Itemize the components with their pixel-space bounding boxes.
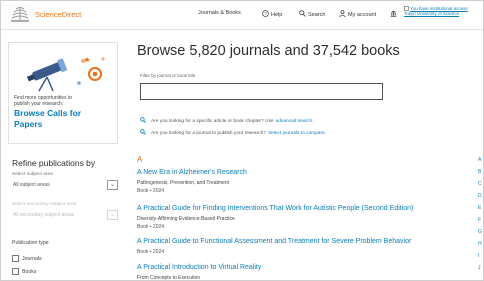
book-meta: Book • 2024 [137,249,165,255]
promo-link-line2: Papers [14,119,43,129]
site-header: ScienceDirect Journals & Books ? Help Se… [0,0,484,30]
advanced-search-link[interactable]: advanced search. [276,119,314,124]
subject-area-label: Select subject area [12,172,53,177]
promo-text-line2: publish your research: [14,101,64,108]
book-meta: Book • 2024 [137,224,165,230]
title-filter-input[interactable] [140,83,383,100]
book-subtitle: From Concepts to Execution [137,275,201,281]
help-compare-journals-text: Are you looking for a journal to publish… [151,130,266,136]
books-checkbox-label: Books [22,268,37,275]
svg-text:?: ? [264,11,267,16]
az-link-a[interactable]: A [478,157,481,163]
nav-search-label: Search [308,11,326,18]
promo-text-line1: Find more opportunities to [14,95,73,101]
book-title-link[interactable]: A Practical Guide to Functional Assessme… [137,238,411,245]
az-link-c[interactable]: C [478,181,482,187]
telescope-illustration-icon [17,53,107,93]
books-checkbox[interactable]: Books [12,268,36,275]
chevron-down-icon: ⌄ [107,210,118,220]
broken-image-icon [404,6,409,11]
az-link-h[interactable]: H [478,241,482,247]
chevron-down-icon: ⌄ [107,180,118,190]
book-title-link[interactable]: A Practical Guide for Finding Interventi… [137,205,413,212]
az-link-f[interactable]: F [478,217,481,223]
browse-calls-for-papers-link[interactable]: Browse Calls for Papers [14,108,81,130]
page-title: Browse 5,820 journals and 37,542 books [137,43,400,59]
compare-journals-link[interactable]: Select journals to compare. [268,131,326,136]
publication-type-label: Publication type [12,240,49,246]
promo-link-line1: Browse Calls for [14,108,82,118]
institution-icon [390,10,397,19]
promo-text: Find more opportunities to publish your … [14,95,72,107]
book-subtitle: Pathogenesis, Prevention, and Treatment [137,180,230,186]
checkbox-box [12,255,19,262]
az-link-j[interactable]: J [478,265,481,271]
elsevier-logo-icon[interactable] [8,5,32,24]
brand-link[interactable]: ScienceDirect [35,10,81,19]
person-icon [339,10,346,19]
institutional-access-text: You have institutional access [410,6,468,11]
institution-button[interactable] [390,10,397,19]
search-icon [299,10,306,19]
secondary-subject-select[interactable]: All secondary subject areas ⌄ [12,210,118,220]
help-circle-icon: ? [262,10,269,19]
refine-title: Refine publications by [12,158,96,168]
institutional-access-link[interactable]: You have institutional access Tokyo Univ… [404,6,484,17]
book-title-link[interactable]: A Practical Introduction to Virtual Real… [137,264,261,271]
checkbox-box [12,268,19,275]
az-link-g[interactable]: G [478,229,482,235]
az-link-e[interactable]: E [478,205,481,211]
secondary-subject-label: Select secondary subject area [12,202,77,207]
book-title-link[interactable]: A New Era in Alzheimer's Research [137,169,247,176]
search-icon [140,117,146,125]
filter-label: Filter by journal or book title [140,73,196,78]
secondary-subject-value: All secondary subject areas [13,212,75,218]
az-link-d[interactable]: D [478,193,482,199]
nav-my-account[interactable]: My account [339,10,376,19]
nav-journals-books[interactable]: Journals & Books [198,10,241,16]
nav-help-label: Help [271,11,283,18]
help-advanced-search-text: Are you looking for a specific article o… [151,118,274,124]
letter-heading: A [137,155,143,164]
help-advanced-search: Are you looking for a specific article o… [140,117,314,125]
nav-journals-books-label: Journals & Books [198,10,241,16]
nav-search[interactable]: Search [299,10,325,19]
subject-area-select[interactable]: All subject areas ⌄ [12,180,118,190]
search-icon [140,129,146,137]
nav-my-account-label: My account [348,11,377,18]
book-subtitle: Diversity-Affirming Evidence-Based Pract… [137,216,235,222]
help-compare-journals: Are you looking for a journal to publish… [140,129,326,137]
journals-checkbox[interactable]: Journals [12,255,42,262]
az-link-i[interactable]: I [478,253,479,259]
journals-checkbox-label: Journals [22,255,42,262]
institution-name: Tokyo University of Science [404,11,460,17]
az-link-b[interactable]: B [478,169,481,175]
book-meta: Book • 2024 [137,188,165,194]
subject-area-value: All subject areas [13,182,50,188]
nav-help[interactable]: ? Help [262,10,282,19]
